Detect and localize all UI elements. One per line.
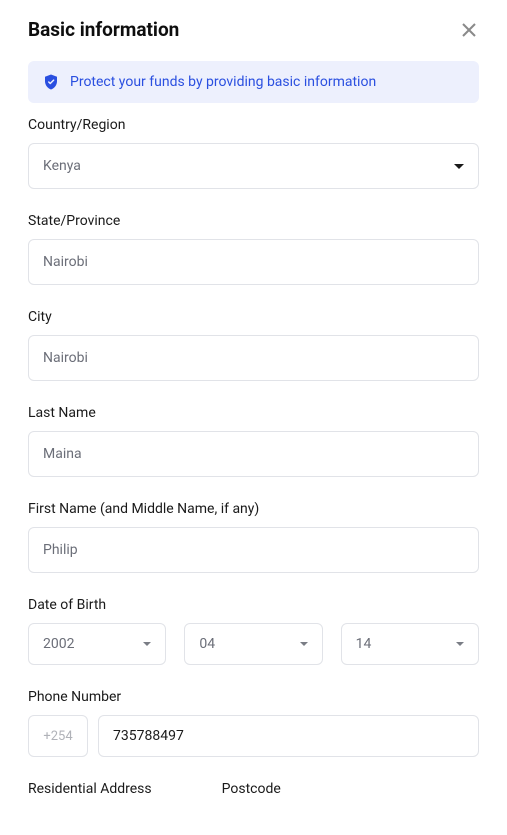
city-value: Nairobi	[43, 350, 88, 366]
city-input[interactable]: Nairobi	[28, 335, 479, 381]
firstname-input[interactable]: Philip	[28, 527, 479, 573]
shield-icon	[42, 73, 60, 91]
country-label: Country/Region	[28, 117, 479, 133]
close-icon	[461, 22, 477, 38]
page-title: Basic information	[28, 18, 179, 41]
firstname-label: First Name (and Middle Name, if any)	[28, 501, 479, 517]
close-button[interactable]	[459, 20, 479, 40]
dob-year-value: 2002	[43, 636, 74, 652]
address-label: Residential Address	[28, 781, 152, 797]
country-field: Country/Region Kenya	[28, 117, 479, 189]
phone-value: 735788497	[113, 728, 184, 744]
lastname-value: Maina	[43, 446, 82, 462]
lastname-field: Last Name Maina	[28, 405, 479, 477]
phone-field: Phone Number +254 735788497	[28, 689, 479, 757]
city-label: City	[28, 309, 479, 325]
chevron-down-icon	[454, 164, 464, 169]
state-value: Nairobi	[43, 254, 88, 270]
dob-field: Date of Birth 2002 04 14	[28, 597, 479, 665]
state-input[interactable]: Nairobi	[28, 239, 479, 285]
state-label: State/Province	[28, 213, 479, 229]
lastname-label: Last Name	[28, 405, 479, 421]
chevron-down-icon	[143, 642, 151, 646]
chevron-down-icon	[300, 642, 308, 646]
country-select[interactable]: Kenya	[28, 143, 479, 189]
lastname-input[interactable]: Maina	[28, 431, 479, 477]
modal-header: Basic information	[28, 18, 479, 41]
chevron-down-icon	[456, 642, 464, 646]
dob-day-value: 14	[356, 636, 372, 652]
postcode-label: Postcode	[222, 781, 281, 797]
dob-month-value: 04	[199, 636, 215, 652]
country-value: Kenya	[43, 158, 81, 174]
address-postcode-row: Residential Address Postcode	[28, 781, 479, 807]
state-field: State/Province Nairobi	[28, 213, 479, 285]
firstname-value: Philip	[43, 542, 78, 558]
dob-label: Date of Birth	[28, 597, 479, 613]
phone-label: Phone Number	[28, 689, 479, 705]
notice-text: Protect your funds by providing basic in…	[70, 74, 376, 90]
phone-code-value: +254	[43, 729, 72, 744]
city-field: City Nairobi	[28, 309, 479, 381]
phone-country-code[interactable]: +254	[28, 715, 88, 757]
info-notice: Protect your funds by providing basic in…	[28, 61, 479, 103]
phone-input[interactable]: 735788497	[98, 715, 479, 757]
dob-year-select[interactable]: 2002	[28, 623, 166, 665]
dob-month-select[interactable]: 04	[184, 623, 322, 665]
dob-day-select[interactable]: 14	[341, 623, 479, 665]
firstname-field: First Name (and Middle Name, if any) Phi…	[28, 501, 479, 573]
